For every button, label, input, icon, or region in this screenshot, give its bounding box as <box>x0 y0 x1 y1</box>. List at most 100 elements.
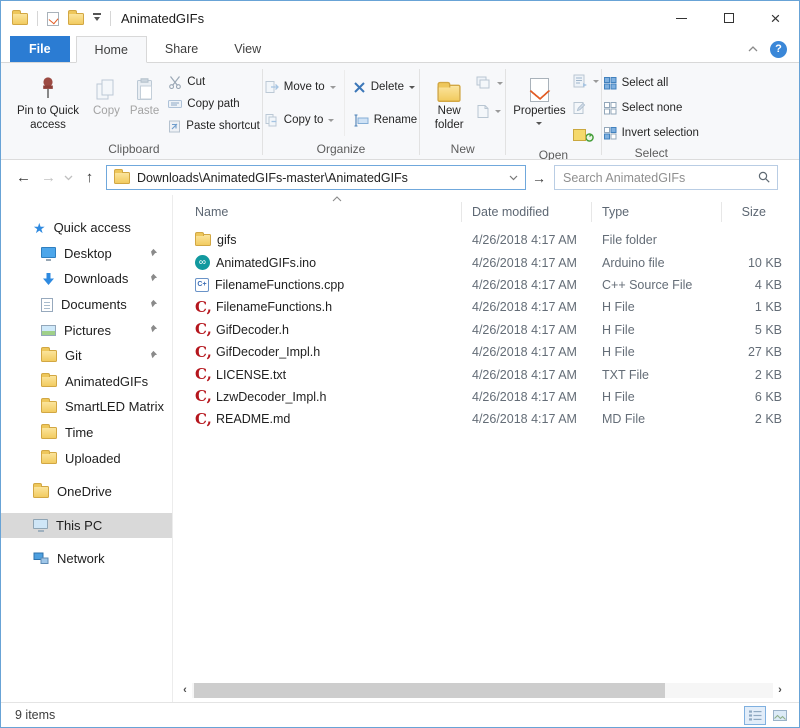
open-button[interactable] <box>573 70 599 92</box>
paste-shortcut-button[interactable]: Paste shortcut <box>168 115 260 137</box>
tab-share[interactable]: Share <box>147 36 216 62</box>
table-row[interactable]: LzwDecoder_Impl.h 4/26/2018 4:17 AM H Fi… <box>186 386 799 408</box>
cut-button[interactable]: Cut <box>168 71 260 93</box>
sidebar-item-time[interactable]: Time <box>1 420 172 446</box>
delete-button[interactable]: Delete <box>353 76 417 98</box>
address-dropdown-chevron-icon[interactable] <box>507 175 521 181</box>
tab-view[interactable]: View <box>216 36 279 62</box>
table-row[interactable]: AnimatedGIFs.ino 4/26/2018 4:17 AM Ardui… <box>186 251 799 273</box>
folder-icon <box>41 350 57 362</box>
table-row[interactable]: GifDecoder.h 4/26/2018 4:17 AM H File 5 … <box>186 319 799 341</box>
horizontal-scrollbar[interactable]: ‹ › <box>178 683 787 698</box>
copy-button[interactable]: Copy <box>88 66 125 119</box>
sidebar-item-quick-access[interactable]: ★ Quick access <box>1 215 172 241</box>
ribbon-group-new: New folder New <box>422 66 503 159</box>
folder-icon <box>41 452 57 464</box>
address-path[interactable]: Downloads\AnimatedGIFs-master\AnimatedGI… <box>137 171 507 185</box>
folder-icon <box>195 234 211 246</box>
rename-button[interactable]: Rename <box>353 109 417 131</box>
ribbon-group-organize: Move to Copy to Delete Rename <box>265 66 417 159</box>
chevron-down-icon <box>409 86 415 92</box>
sidebar-item-desktop[interactable]: Desktop <box>1 241 172 267</box>
navigation-bar: ← → ↑ Downloads\AnimatedGIFs-master\Anim… <box>1 160 799 195</box>
paste-button[interactable]: Paste <box>125 66 164 119</box>
easy-access-button[interactable] <box>476 72 503 94</box>
document-icon <box>41 298 53 312</box>
sidebar-item-smartled-matrix[interactable]: SmartLED Matrix <box>1 394 172 420</box>
help-button[interactable]: ? <box>770 41 787 58</box>
desktop-icon <box>41 247 56 258</box>
folder-icon <box>33 486 49 498</box>
ribbon-home: Pin to Quick access Copy Paste <box>1 63 799 160</box>
scrollbar-track[interactable] <box>192 683 773 698</box>
address-bar[interactable]: Downloads\AnimatedGIFs-master\AnimatedGI… <box>106 165 526 190</box>
qat-properties-icon[interactable] <box>47 12 59 26</box>
maximize-button[interactable] <box>705 1 752 35</box>
pin-to-quick-access-button[interactable]: Pin to Quick access <box>8 66 88 133</box>
sidebar-item-git[interactable]: Git <box>1 343 172 369</box>
ribbon-tabs: File Home Share View ? <box>1 36 799 63</box>
scrollbar-thumb[interactable] <box>194 683 665 698</box>
new-item-button[interactable] <box>476 100 503 122</box>
search-box[interactable] <box>554 165 778 190</box>
tab-file[interactable]: File <box>10 36 70 62</box>
table-row[interactable]: FilenameFunctions.h 4/26/2018 4:17 AM H … <box>186 296 799 318</box>
qat-new-folder-icon[interactable] <box>68 13 84 25</box>
sidebar-item-onedrive[interactable]: OneDrive <box>1 479 172 505</box>
address-folder-icon <box>114 172 130 184</box>
forward-button[interactable]: → <box>36 169 61 186</box>
h-file-icon <box>195 390 210 403</box>
search-input[interactable] <box>563 171 758 185</box>
new-folder-button[interactable]: New folder <box>422 66 476 133</box>
search-icon[interactable] <box>758 171 771 184</box>
select-all-button[interactable]: Select all <box>604 72 699 94</box>
minimize-button[interactable] <box>658 1 705 35</box>
details-view-button[interactable] <box>744 706 766 725</box>
collapse-ribbon-icon[interactable] <box>748 46 758 52</box>
folder-icon <box>41 375 57 387</box>
group-label-select: Select <box>604 144 699 160</box>
invert-selection-button[interactable]: Invert selection <box>604 122 699 144</box>
recent-locations-chevron-icon[interactable] <box>61 175 77 181</box>
scroll-right-icon[interactable]: › <box>773 683 787 698</box>
history-button[interactable] <box>573 124 599 146</box>
table-row[interactable]: GifDecoder_Impl.h 4/26/2018 4:17 AM H Fi… <box>186 341 799 363</box>
minimize-icon <box>676 18 687 19</box>
tab-home[interactable]: Home <box>76 36 147 63</box>
copy-to-button[interactable]: Copy to <box>265 109 336 131</box>
large-icons-view-button[interactable] <box>769 706 791 725</box>
qat-customize-chevron-icon[interactable] <box>93 13 101 24</box>
back-button[interactable]: ← <box>11 169 36 186</box>
table-row[interactable]: FilenameFunctions.cpp 4/26/2018 4:17 AM … <box>186 274 799 296</box>
paste-icon <box>136 69 154 105</box>
table-row[interactable]: LICENSE.txt 4/26/2018 4:17 AM TXT File 2… <box>186 363 799 385</box>
go-to-button[interactable]: → <box>526 170 552 186</box>
copy-path-button[interactable]: Copy path <box>168 93 260 115</box>
h-file-icon <box>195 323 210 336</box>
up-button[interactable]: ↑ <box>77 169 102 186</box>
column-header-name[interactable]: Name <box>186 202 462 222</box>
file-list-pane: Name Date modified Type Size gifs 4/26/2… <box>173 195 799 702</box>
move-to-button[interactable]: Move to <box>265 76 336 98</box>
scroll-left-icon[interactable]: ‹ <box>178 683 192 698</box>
window-title: AnimatedGIFs <box>121 11 204 26</box>
column-header-date-modified[interactable]: Date modified <box>462 202 592 222</box>
sidebar-item-downloads[interactable]: Downloads <box>1 266 172 292</box>
sidebar-item-pictures[interactable]: Pictures <box>1 317 172 343</box>
column-header-type[interactable]: Type <box>592 202 722 222</box>
sidebar-item-animatedgifs[interactable]: AnimatedGIFs <box>1 369 172 395</box>
edit-button[interactable] <box>573 97 599 119</box>
table-row[interactable]: gifs 4/26/2018 4:17 AM File folder <box>186 229 799 251</box>
folder-icon <box>41 401 57 413</box>
sidebar-item-network[interactable]: Network <box>1 546 172 572</box>
sidebar-item-documents[interactable]: Documents <box>1 292 172 318</box>
properties-button[interactable]: Properties <box>508 66 570 128</box>
column-header-size[interactable]: Size <box>722 202 794 222</box>
close-button[interactable]: × <box>752 1 799 35</box>
column-headers: Name Date modified Type Size <box>186 195 799 229</box>
select-none-button[interactable]: Select none <box>604 97 699 119</box>
chevron-down-icon <box>330 86 336 92</box>
table-row[interactable]: README.md 4/26/2018 4:17 AM MD File 2 KB <box>186 408 799 430</box>
sidebar-item-uploaded[interactable]: Uploaded <box>1 445 172 471</box>
sidebar-item-this-pc[interactable]: This PC <box>1 513 172 539</box>
